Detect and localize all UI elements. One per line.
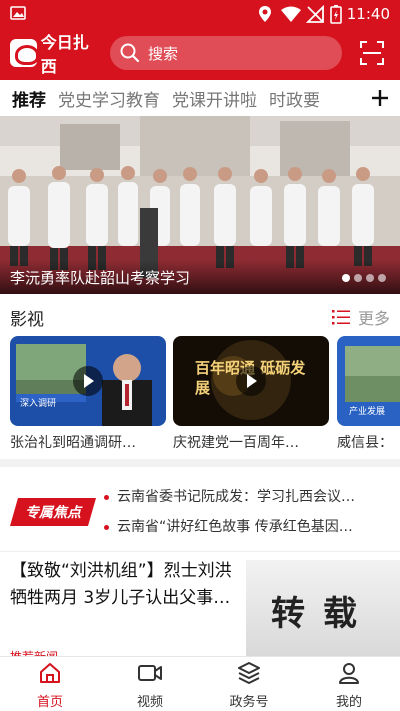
nav-label: 我的 — [335, 695, 362, 710]
video-card[interactable]: 百年昭通 砥砺发展 庆祝建党一百周年… — [173, 336, 329, 452]
video-card[interactable]: 产业发展 威信县： — [337, 336, 400, 452]
carousel-dot[interactable] — [378, 274, 386, 282]
article-title[interactable]: 【致敬“刘洪机组”】烈士刘洪牺牲两月 3岁儿子认出父事… — [10, 558, 240, 612]
app-name: 今日扎西 — [40, 33, 89, 76]
thumb-label: 深入调研 — [20, 399, 57, 409]
nav-label: 首页 — [36, 695, 63, 710]
video-carousel: 深入调研 张治礼到昭通调研… 百年昭通 砥砺发展 庆祝建党一百周年… 产业发展 … — [0, 336, 400, 456]
search-icon — [120, 43, 140, 63]
video-icon — [138, 665, 162, 681]
app-header: 11:40 今日扎西 搜索 — [0, 0, 400, 80]
status-bar: 11:40 — [0, 0, 400, 28]
channel-tabs: 推荐 党史学习教育 党课开讲啦 时政要 — [0, 80, 400, 116]
video-card[interactable]: 深入调研 张治礼到昭通调研… — [10, 336, 166, 452]
location-icon — [259, 6, 271, 22]
article-image[interactable]: 转载 — [246, 560, 400, 660]
play-icon[interactable] — [236, 366, 266, 396]
section-title: 影视 — [10, 310, 44, 330]
carousel-indicator — [342, 274, 386, 282]
banner-caption: 李沅勇率队赴韶山考察学习 — [10, 269, 191, 287]
headline-banner[interactable]: 李沅勇率队赴韶山考察学习 — [0, 116, 400, 294]
focus-badge: 专属焦点 — [10, 496, 96, 528]
list-icon — [331, 310, 350, 325]
more-button[interactable]: 更多 — [331, 305, 390, 329]
tab-politics[interactable]: 时政要 — [269, 86, 320, 111]
status-time: 11:40 — [346, 5, 390, 23]
tab-party-lecture[interactable]: 党课开讲啦 — [172, 86, 257, 111]
video-title: 张治礼到昭通调研… — [10, 435, 136, 451]
nav-gov-accounts[interactable]: 政务号 — [214, 661, 284, 710]
search-placeholder: 搜索 — [148, 44, 179, 63]
carousel-dot[interactable] — [342, 274, 350, 282]
wifi-icon — [281, 6, 301, 22]
add-channel-button[interactable] — [360, 80, 400, 116]
tab-recommend[interactable]: 推荐 — [12, 86, 46, 111]
top-bar: 今日扎西 搜索 — [0, 30, 400, 76]
nav-home[interactable]: 首页 — [15, 661, 85, 710]
thumb-label: 产业发展 — [349, 407, 386, 417]
video-thumbnail: 深入调研 — [10, 336, 166, 426]
home-icon — [40, 663, 60, 683]
user-icon — [339, 663, 359, 684]
signal-off-icon — [306, 5, 324, 23]
video-title: 威信县： — [337, 435, 393, 451]
tab-party-history[interactable]: 党史学习教育 — [58, 86, 160, 111]
layers-icon — [238, 662, 260, 684]
carousel-dot[interactable] — [366, 274, 374, 282]
article-image-label: 转载 — [271, 593, 375, 634]
section-divider — [0, 459, 400, 467]
play-icon[interactable] — [73, 366, 103, 396]
image-notification-icon — [10, 6, 26, 20]
logo-icon — [10, 39, 39, 67]
plus-icon — [372, 90, 388, 106]
focus-item[interactable]: 云南省委书记阮成发：学习扎西会议… — [104, 486, 394, 506]
video-thumbnail: 产业发展 — [337, 336, 400, 426]
app-logo[interactable]: 今日扎西 — [10, 33, 102, 76]
nav-label: 视频 — [136, 695, 163, 710]
focus-item[interactable]: 云南省“讲好红色故事 传承红色基因… — [104, 516, 394, 536]
nav-label: 政务号 — [229, 695, 269, 710]
battery-icon — [330, 5, 342, 24]
video-thumbnail: 百年昭通 砥砺发展 — [173, 336, 329, 426]
bottom-navigation: 首页 视频 政务号 我的 — [0, 656, 400, 711]
nav-video[interactable]: 视频 — [115, 661, 185, 710]
search-bar[interactable]: 搜索 — [110, 36, 342, 70]
scan-icon[interactable] — [360, 41, 384, 65]
section-divider — [0, 551, 400, 552]
more-label: 更多 — [357, 309, 390, 328]
video-title: 庆祝建党一百周年… — [173, 435, 299, 451]
carousel-dot[interactable] — [354, 274, 362, 282]
focus-badge-label: 专属焦点 — [25, 505, 81, 521]
nav-profile[interactable]: 我的 — [314, 661, 384, 710]
